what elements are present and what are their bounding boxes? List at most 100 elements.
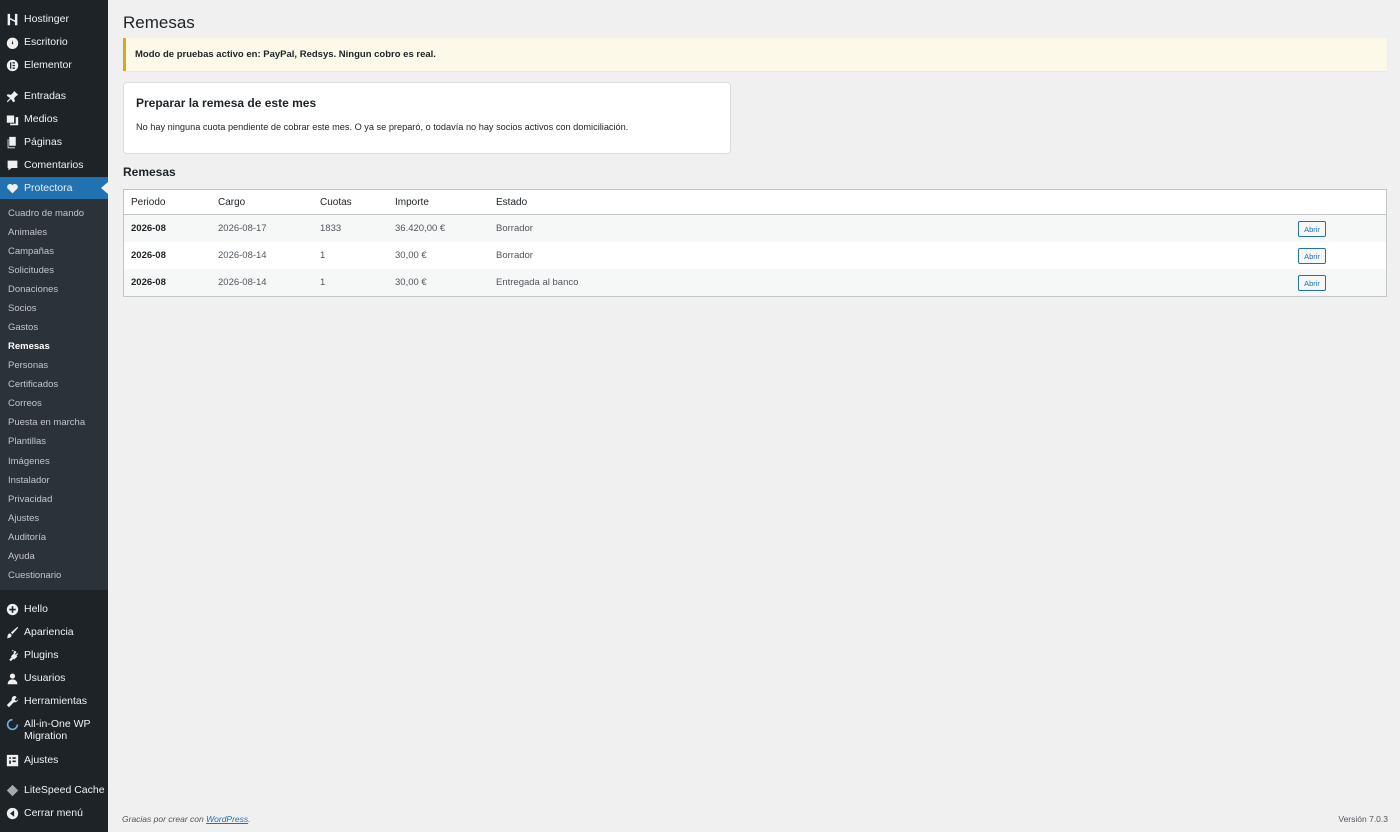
submenu-item-certificados[interactable]: Certificados	[8, 379, 58, 390]
menu-item-entradas[interactable]: Entradas	[0, 89, 108, 103]
submenu-item-correos[interactable]: Correos	[8, 398, 42, 409]
submenu-item-donaciones[interactable]: Donaciones	[8, 284, 58, 295]
page-icon	[6, 136, 19, 149]
cell-cuotas: 1	[320, 250, 326, 261]
footer-period: .	[248, 814, 251, 824]
menu-item-cerrar-menu[interactable]: Cerrar menú	[0, 806, 108, 820]
cell-periodo: 2026-08	[131, 250, 166, 261]
cell-periodo: 2026-08	[131, 223, 166, 234]
menu-item-ajustes[interactable]: Ajustes	[0, 753, 108, 767]
hostinger-icon	[6, 13, 19, 26]
page-title: Remesas	[123, 13, 195, 32]
notice-text: Modo de pruebas activo en: PayPal, Redsy…	[135, 49, 436, 60]
user-icon	[6, 672, 19, 685]
submenu-item-plantillas[interactable]: Plantillas	[8, 436, 46, 447]
heart-icon	[6, 182, 19, 195]
cell-estado: Borrador	[496, 250, 533, 261]
card-text: No hay ninguna cuota pendiente de cobrar…	[136, 122, 629, 132]
cell-periodo: 2026-08	[131, 277, 166, 288]
menu-item-comentarios[interactable]: Comentarios	[0, 158, 108, 172]
brush-icon	[6, 626, 19, 639]
menu-item-apariencia[interactable]: Apariencia	[0, 625, 108, 639]
menu-label: Entradas	[24, 90, 67, 102]
menu-label: Cerrar menú	[24, 807, 83, 819]
card-title: Preparar la remesa de este mes	[136, 96, 317, 110]
admin-sidebar: Hostinger Escritorio Elementor Entradas …	[0, 0, 108, 832]
menu-label: All-in-One WP Migration	[24, 718, 91, 742]
cell-cargo: 2026-08-17	[218, 223, 267, 234]
submenu-item-campanas[interactable]: Campañas	[8, 246, 54, 257]
cell-importe: 30,00 €	[395, 250, 427, 261]
submenu-item-solicitudes[interactable]: Solicitudes	[8, 265, 54, 276]
menu-label: Medios	[24, 113, 58, 125]
settings-icon	[6, 754, 19, 767]
cell-importe: 36.420,00 €	[395, 223, 446, 234]
submenu-item-auditoria[interactable]: Auditoría	[8, 532, 46, 543]
cell-importe: 30,00 €	[395, 277, 427, 288]
open-button[interactable]: Abrir	[1298, 275, 1326, 291]
submenu-item-ajustes[interactable]: Ajustes	[8, 513, 39, 524]
wrench-icon	[6, 695, 19, 708]
menu-label: Hostinger	[24, 13, 69, 25]
column-header-estado: Estado	[496, 196, 528, 208]
collapse-icon	[6, 807, 19, 820]
migration-icon	[6, 718, 19, 731]
cell-cargo: 2026-08-14	[218, 250, 267, 261]
column-header-cargo: Cargo	[218, 196, 246, 208]
table-header: Periodo Cargo Cuotas Importe Estado	[124, 190, 1386, 215]
elementor-icon	[6, 59, 19, 72]
media-icon	[6, 113, 19, 126]
column-header-periodo: Periodo	[131, 196, 166, 208]
table-row: 2026-08 2026-08-14 1 30,00 € Entregada a…	[124, 269, 1386, 296]
footer-credit: Gracias por crear con WordPress.	[122, 814, 251, 824]
menu-item-escritorio[interactable]: Escritorio	[0, 35, 108, 49]
menu-label: Hello	[24, 603, 48, 615]
submenu-item-imagenes[interactable]: Imágenes	[8, 456, 50, 467]
submenu-item-cuadro-de-mando[interactable]: Cuadro de mando	[8, 208, 84, 219]
column-header-cuotas: Cuotas	[320, 196, 352, 208]
table-row: 2026-08 2026-08-14 1 30,00 € Borrador Ab…	[124, 242, 1386, 269]
menu-label: Ajustes	[24, 754, 59, 766]
menu-item-plugins[interactable]: Plugins	[0, 648, 108, 662]
open-button[interactable]: Abrir	[1298, 221, 1326, 237]
menu-item-usuarios[interactable]: Usuarios	[0, 671, 108, 685]
submenu-item-remesas[interactable]: Remesas	[8, 341, 50, 352]
menu-item-all-in-one-wp-migration[interactable]: All-in-One WP Migration	[0, 718, 108, 744]
protectora-submenu: Cuadro de mando Animales Campañas Solici…	[0, 199, 108, 590]
submenu-item-animales[interactable]: Animales	[8, 227, 47, 238]
wordpress-link[interactable]: WordPress	[206, 814, 248, 824]
menu-label: Escritorio	[24, 36, 68, 48]
plugin-icon	[6, 649, 19, 662]
remittances-table: Periodo Cargo Cuotas Importe Estado 2026…	[123, 189, 1387, 297]
menu-item-hello[interactable]: Hello	[0, 602, 108, 616]
cell-cuotas: 1	[320, 277, 326, 288]
cell-estado: Borrador	[496, 223, 533, 234]
diamond-icon	[6, 784, 19, 797]
menu-label: Elementor	[24, 59, 72, 71]
submenu-item-instalador[interactable]: Instalador	[8, 475, 50, 486]
submenu-item-gastos[interactable]: Gastos	[8, 322, 38, 333]
menu-item-paginas[interactable]: Páginas	[0, 135, 108, 149]
plus-circle-icon	[6, 603, 19, 616]
footer-text: Gracias por crear con	[122, 814, 204, 824]
submenu-item-ayuda[interactable]: Ayuda	[8, 551, 35, 562]
menu-label: Páginas	[24, 136, 62, 148]
menu-label: Protectora	[24, 182, 73, 194]
submenu-item-privacidad[interactable]: Privacidad	[8, 494, 52, 505]
menu-label: Plugins	[24, 649, 59, 661]
menu-item-medios[interactable]: Medios	[0, 112, 108, 126]
menu-item-protectora[interactable]: Protectora	[0, 177, 108, 199]
pin-icon	[6, 90, 19, 103]
menu-item-elementor[interactable]: Elementor	[0, 58, 108, 72]
open-button[interactable]: Abrir	[1298, 248, 1326, 264]
dashboard-icon	[6, 36, 19, 49]
submenu-item-puesta-en-marcha[interactable]: Puesta en marcha	[8, 417, 85, 428]
menu-item-herramientas[interactable]: Herramientas	[0, 694, 108, 708]
footer-version: Versión 7.0.3	[1338, 814, 1388, 824]
submenu-item-cuestionario[interactable]: Cuestionario	[8, 570, 61, 581]
menu-item-litespeed-cache[interactable]: LiteSpeed Cache	[0, 783, 108, 797]
menu-label: LiteSpeed Cache	[24, 784, 105, 796]
menu-item-hostinger[interactable]: Hostinger	[0, 12, 108, 26]
submenu-item-socios[interactable]: Socios	[8, 303, 37, 314]
submenu-item-personas[interactable]: Personas	[8, 360, 48, 371]
